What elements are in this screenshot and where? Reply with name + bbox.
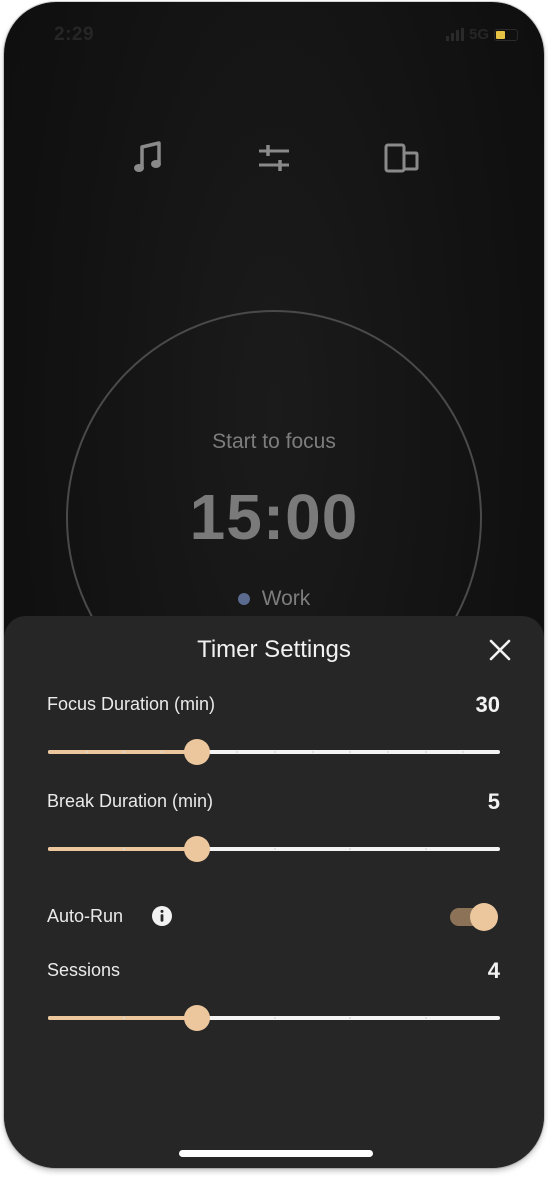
timer-settings-sheet: Timer Settings Focus Duration (min) 30 B…	[4, 616, 544, 1168]
battery-icon	[494, 28, 518, 41]
slider-tick	[274, 751, 276, 753]
auto-run-toggle[interactable]	[450, 902, 498, 931]
slider-thumb[interactable]	[184, 836, 210, 862]
slider-tick	[387, 751, 389, 753]
phone-screen: 2:29 5G Start to focus 15:00 Work Timer …	[4, 2, 544, 1168]
focus-duration-value: 30	[475, 692, 500, 717]
sessions-label: Sessions	[47, 960, 121, 980]
status-time: 2:29	[54, 24, 95, 45]
slider-tick	[425, 751, 427, 753]
slider-tick	[349, 751, 351, 753]
info-icon[interactable]	[152, 906, 172, 926]
slider-tick	[312, 751, 314, 753]
sessions-value: 4	[487, 958, 500, 983]
mode-dot	[237, 593, 250, 605]
slider-thumb[interactable]	[184, 1005, 210, 1031]
slider-tick	[236, 751, 238, 753]
home-indicator[interactable]	[179, 1150, 373, 1157]
sliders-icon[interactable]	[254, 138, 294, 178]
slider-tick	[462, 751, 464, 753]
slider-tick	[425, 1017, 427, 1019]
slider-tick	[123, 848, 125, 850]
slider-tick	[274, 848, 276, 850]
status-indicators: 5G	[445, 26, 518, 43]
slider-tick	[425, 848, 427, 850]
timer-prompt: Start to focus	[212, 430, 336, 453]
close-icon[interactable]	[486, 636, 514, 664]
slider-tick	[161, 751, 163, 753]
timer-mode: Work	[4, 587, 544, 611]
signal-icon	[445, 28, 464, 41]
auto-run-label: Auto-Run	[47, 906, 124, 926]
slider-tick	[349, 848, 351, 850]
timer-display: 15:00	[189, 481, 359, 553]
slider-tick	[123, 751, 125, 753]
slider-tick	[123, 1017, 125, 1019]
music-note-icon[interactable]	[128, 138, 168, 178]
focus-duration-label: Focus Duration (min)	[47, 694, 216, 714]
slider-tick	[274, 1017, 276, 1019]
mode-label: Work	[261, 587, 311, 610]
focus-duration-slider[interactable]	[48, 738, 500, 766]
break-duration-slider[interactable]	[48, 835, 500, 863]
break-duration-label: Break Duration (min)	[47, 791, 214, 811]
slider-thumb[interactable]	[184, 739, 210, 765]
sessions-slider[interactable]	[48, 1004, 500, 1032]
slider-tick	[86, 751, 88, 753]
sheet-title: Timer Settings	[197, 636, 351, 663]
break-duration-value: 5	[487, 789, 500, 814]
devices-icon[interactable]	[382, 138, 422, 178]
slider-tick	[349, 1017, 351, 1019]
network-label: 5G	[468, 26, 489, 43]
